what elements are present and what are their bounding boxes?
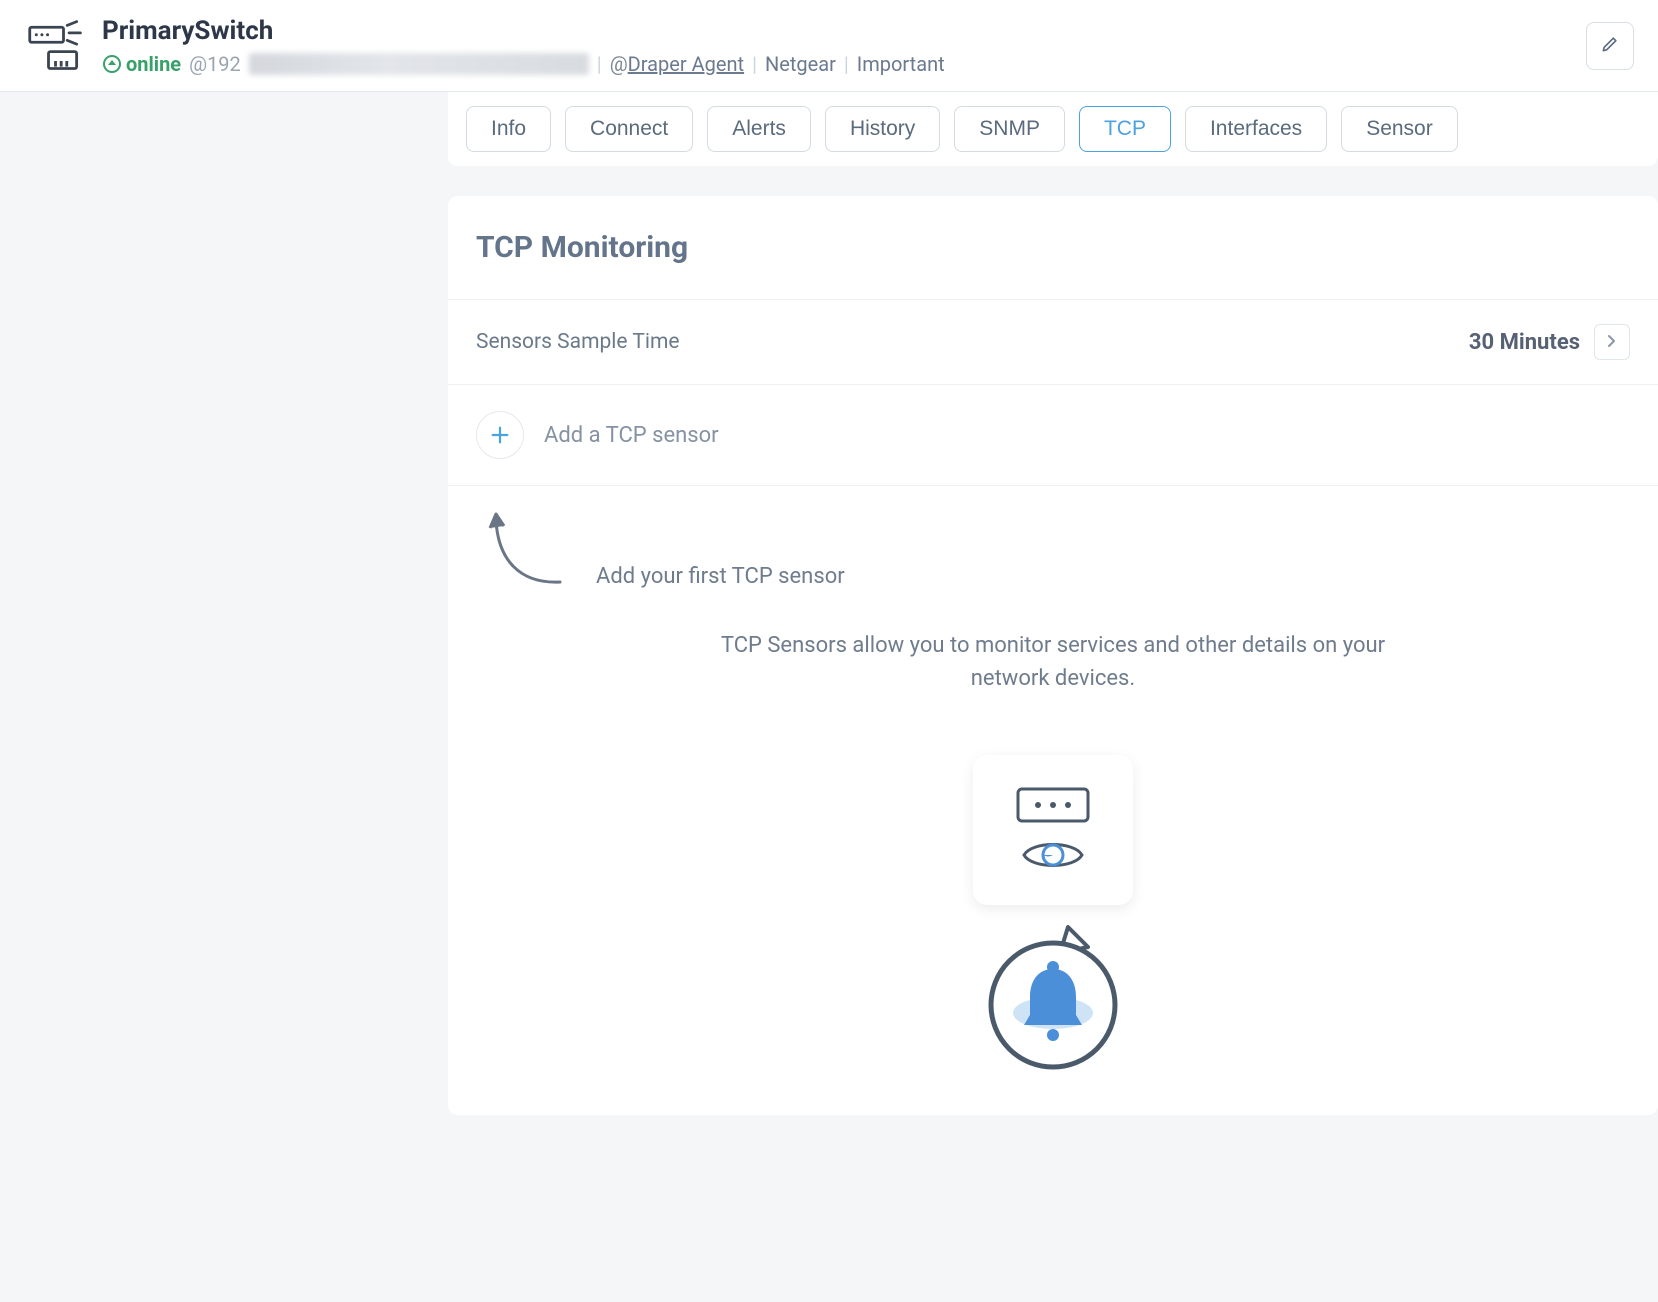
tab-alerts[interactable]: Alerts	[707, 106, 811, 152]
sample-time-edit-button[interactable]	[1594, 324, 1630, 360]
tab-interfaces[interactable]: Interfaces	[1185, 106, 1327, 152]
agent-prefix: @	[610, 52, 628, 76]
device-meta: online @192 | @Draper Agent | Netgear | …	[102, 52, 1574, 76]
tab-history[interactable]: History	[825, 106, 940, 152]
tab-tcp[interactable]: TCP	[1079, 106, 1171, 152]
status-text: online	[126, 52, 181, 76]
eye-icon	[1020, 835, 1086, 875]
monitor-card-icon	[973, 755, 1133, 905]
plus-icon	[476, 411, 524, 459]
empty-state: Add your first TCP sensor TCP Sensors al…	[448, 485, 1658, 1115]
ip-prefix: @192	[189, 52, 241, 76]
tab-snmp[interactable]: SNMP	[954, 106, 1065, 152]
chevron-right-icon	[1607, 334, 1617, 351]
add-tcp-sensor-row[interactable]: Add a TCP sensor	[448, 384, 1658, 485]
agent-link-wrap[interactable]: @Draper Agent	[610, 52, 744, 76]
meta-separator: |	[597, 52, 602, 76]
add-sensor-label: Add a TCP sensor	[544, 423, 719, 448]
meta-separator: |	[844, 52, 849, 76]
sample-time-row: Sensors Sample Time 30 Minutes	[448, 299, 1658, 384]
tab-sensor[interactable]: Sensor	[1341, 106, 1458, 152]
sample-time-label: Sensors Sample Time	[476, 330, 1469, 354]
tab-bar: Info Connect Alerts History SNMP TCP Int…	[448, 92, 1658, 166]
empty-illustration	[476, 755, 1630, 1075]
pencil-icon	[1600, 34, 1620, 57]
panel-title: TCP Monitoring	[448, 196, 1658, 299]
tab-connect[interactable]: Connect	[565, 106, 693, 152]
device-header: PrimarySwitch online @192 | @Draper Agen…	[0, 0, 1658, 92]
hint-text: Add your first TCP sensor	[596, 564, 1630, 589]
importance-label: Important	[857, 52, 945, 76]
device-heading: PrimarySwitch online @192 | @Draper Agen…	[102, 16, 1574, 76]
agent-link[interactable]: Draper Agent	[628, 52, 744, 76]
device-title: PrimarySwitch	[102, 16, 1574, 46]
edit-button[interactable]	[1586, 22, 1634, 70]
bell-bubble-icon	[968, 915, 1138, 1075]
status-indicator: online	[102, 52, 181, 76]
empty-description: TCP Sensors allow you to monitor service…	[713, 629, 1393, 695]
vendor-label: Netgear	[765, 52, 836, 76]
sample-time-value: 30 Minutes	[1469, 330, 1580, 355]
device-type-icon	[24, 14, 88, 78]
hint-arrow-icon	[480, 504, 570, 594]
tcp-monitoring-panel: TCP Monitoring Sensors Sample Time 30 Mi…	[448, 196, 1658, 1115]
ip-redacted	[249, 53, 589, 75]
meta-separator: |	[752, 52, 757, 76]
tab-info[interactable]: Info	[466, 106, 551, 152]
